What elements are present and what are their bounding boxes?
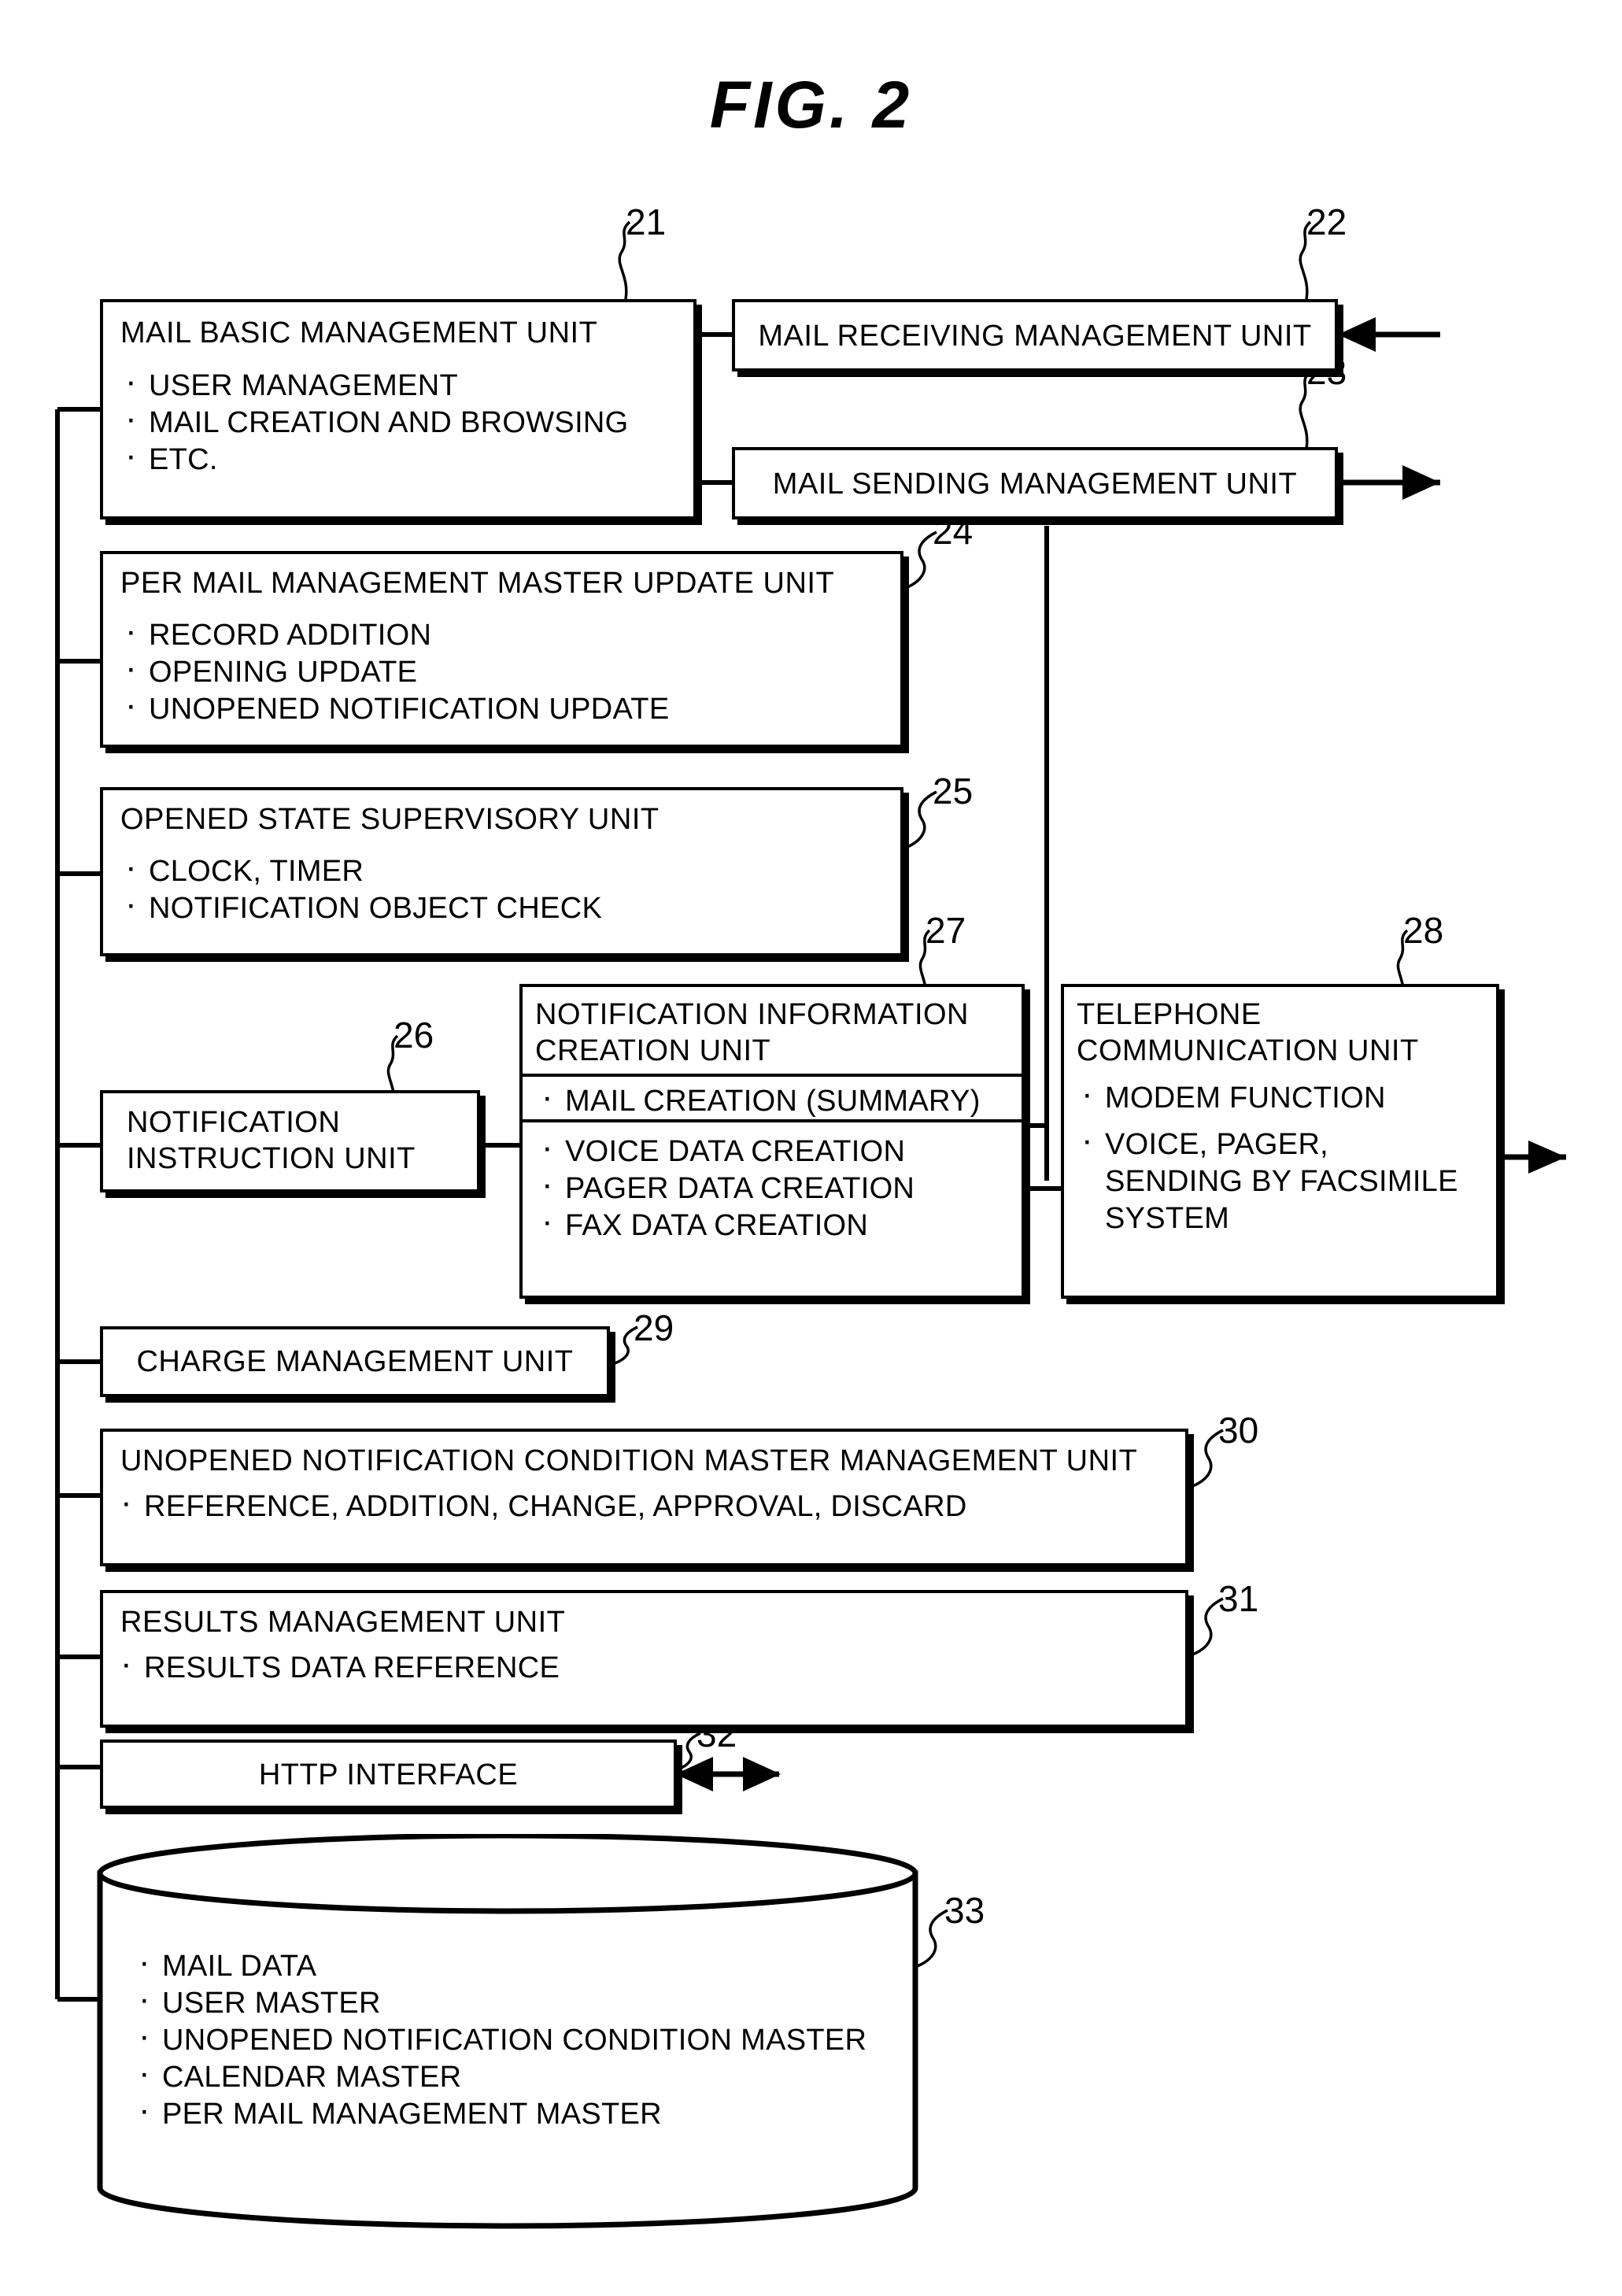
list-item: MAIL DATA [134,1943,866,1985]
leader-25 [903,790,937,850]
ref-numeral-31: 31 [1218,1578,1259,1619]
list-item: PER MAIL MANAGEMENT MASTER [134,2091,866,2133]
list-item: VOICE, PAGER, SENDING BY FACSIMILE SYSTE… [1077,1122,1458,1237]
block-31-bullets: RESULTS DATA REFERENCE [116,1645,560,1687]
ref-numeral-25: 25 [933,771,974,812]
block-30-bullets: REFERENCE, ADDITION, CHANGE, APPROVAL, D… [116,1484,967,1525]
ref-numeral-22: 22 [1306,202,1347,242]
list-item-highlighted: MAIL CREATION (SUMMARY) [537,1078,1009,1120]
block-database-cylinder[interactable]: MAIL DATA USER MASTER UNOPENED NOTIFICAT… [87,1832,929,2235]
block-per-mail-management-master-update-unit[interactable]: PER MAIL MANAGEMENT MASTER UPDATE UNIT R… [100,551,903,748]
list-item: CLOCK, TIMER [120,849,602,890]
block-27-title: NOTIFICATION INFORMATION CREATION UNIT [535,998,969,1067]
list-item: OPENING UPDATE [120,649,669,691]
block-opened-state-supervisory-unit[interactable]: OPENED STATE SUPERVISORY UNIT CLOCK, TIM… [100,787,903,956]
list-item: RESULTS DATA REFERENCE [116,1645,560,1687]
list-item: UNOPENED NOTIFICATION CONDITION MASTER [134,2017,866,2059]
block-mail-basic-management-unit[interactable]: MAIL BASIC MANAGEMENT UNIT USER MANAGEME… [100,299,696,519]
block-charge-management-unit[interactable]: CHARGE MANAGEMENT UNIT [100,1326,610,1397]
list-item: MODEM FUNCTION [1077,1075,1458,1117]
block-notification-instruction-unit[interactable]: NOTIFICATION INSTRUCTION UNIT [100,1090,480,1192]
block-21-title: MAIL BASIC MANAGEMENT UNIT [120,316,598,349]
list-item: REFERENCE, ADDITION, CHANGE, APPROVAL, D… [116,1484,967,1525]
block-23-title: MAIL SENDING MANAGEMENT UNIT [772,468,1298,501]
block-25-bullets: CLOCK, TIMER NOTIFICATION OBJECT CHECK [120,849,602,927]
block-33-bullets: MAIL DATA USER MASTER UNOPENED NOTIFICAT… [134,1943,866,2133]
block-28-title: TELEPHONE COMMUNICATION UNIT [1077,998,1419,1067]
block-31-title: RESULTS MANAGEMENT UNIT [120,1606,566,1639]
block-30-title: UNOPENED NOTIFICATION CONDITION MASTER M… [120,1444,1138,1477]
block-results-management-unit[interactable]: RESULTS MANAGEMENT UNIT RESULTS DATA REF… [100,1590,1188,1728]
list-item: VOICE DATA CREATION [537,1129,914,1170]
block-unopened-notification-condition-master-management-unit[interactable]: UNOPENED NOTIFICATION CONDITION MASTER M… [100,1429,1188,1566]
block-29-title: CHARGE MANAGEMENT UNIT [136,1345,574,1378]
arrow-right-out-of-telephone-communication [1499,1141,1566,1174]
block-28-bullets: MODEM FUNCTION VOICE, PAGER, SENDING BY … [1077,1075,1458,1237]
list-item: UNOPENED NOTIFICATION UPDATE [120,686,669,728]
list-item: RECORD ADDITION [120,612,669,654]
block-notification-information-creation-unit[interactable]: NOTIFICATION INFORMATION CREATION UNIT M… [519,984,1025,1299]
list-item: USER MANAGEMENT [120,363,629,405]
block-22-title: MAIL RECEIVING MANAGEMENT UNIT [758,320,1312,353]
block-mail-sending-management-unit[interactable]: MAIL SENDING MANAGEMENT UNIT [732,447,1338,519]
block-27-bullets: VOICE DATA CREATION PAGER DATA CREATION … [537,1129,914,1244]
double-arrow-http-interface [675,1757,781,1791]
arrow-right-out-of-mail-sending [1338,465,1440,500]
ref-numeral-26: 26 [393,1015,434,1056]
arrow-left-into-mail-receiving [1338,317,1440,352]
block-mail-receiving-management-unit[interactable]: MAIL RECEIVING MANAGEMENT UNIT [732,299,1338,372]
block-24-title: PER MAIL MANAGEMENT MASTER UPDATE UNIT [120,567,835,600]
list-item: PAGER DATA CREATION [537,1166,914,1207]
list-item: FAX DATA CREATION [537,1203,914,1244]
block-http-interface[interactable]: HTTP INTERFACE [100,1740,677,1809]
list-item: ETC. [120,437,629,479]
ref-numeral-29: 29 [634,1307,674,1348]
block-25-title: OPENED STATE SUPERVISORY UNIT [120,803,660,836]
block-26-title: NOTIFICATION INSTRUCTION UNIT [127,1106,416,1175]
leader-24 [903,531,937,590]
block-32-title: HTTP INTERFACE [258,1758,519,1791]
list-item: CALENDAR MASTER [134,2054,866,2096]
ref-numeral-27: 27 [926,910,966,951]
ref-numeral-33: 33 [944,1890,985,1931]
block-21-bullets: USER MANAGEMENT MAIL CREATION AND BROWSI… [120,363,629,479]
block-telephone-communication-unit[interactable]: TELEPHONE COMMUNICATION UNIT MODEM FUNCT… [1061,984,1499,1299]
block-24-bullets: RECORD ADDITION OPENING UPDATE UNOPENED … [120,612,669,728]
ref-numeral-28: 28 [1403,910,1444,951]
ref-numeral-21: 21 [626,202,667,242]
list-item: USER MASTER [134,1980,866,2022]
list-item: MAIL CREATION AND BROWSING [120,400,629,442]
patent-figure-page: FIG. 2 21 22 23 24 25 26 27 28 29 30 31 … [0,0,1622,2296]
ref-numeral-30: 30 [1218,1410,1259,1451]
block-27-highlighted-row[interactable]: MAIL CREATION (SUMMARY) [519,1074,1025,1122]
list-item: NOTIFICATION OBJECT CHECK [120,885,602,927]
